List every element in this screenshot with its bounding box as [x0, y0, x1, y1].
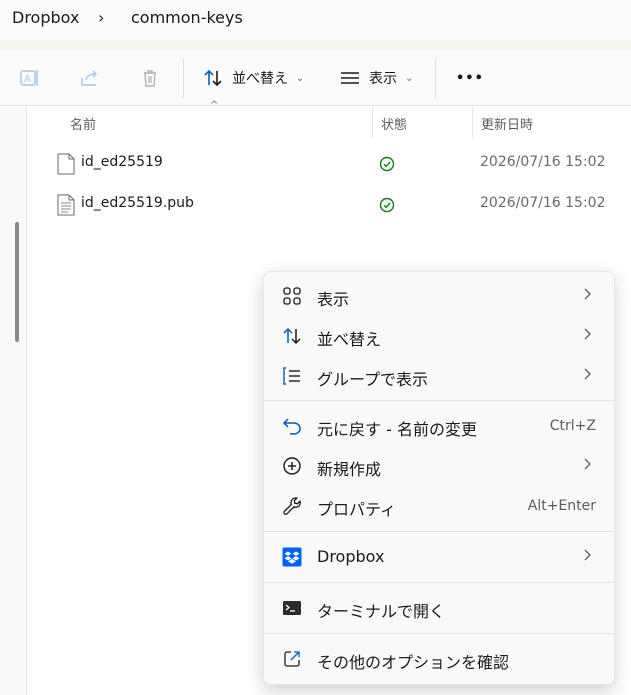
menu-item-label: グループで表示: [317, 370, 429, 389]
menu-item-sort[interactable]: 並べ替え: [264, 316, 614, 356]
navigation-pane: [0, 106, 27, 695]
menu-item-group-by[interactable]: グループで表示: [264, 356, 614, 396]
column-header-modified[interactable]: 更新日時: [481, 114, 533, 133]
view-icon: [339, 67, 361, 89]
sync-check-icon: [379, 156, 395, 176]
menu-item-open-terminal[interactable]: ターミナルで開く: [264, 588, 614, 628]
trash-icon: [138, 66, 162, 90]
menu-item-label: 新規作成: [317, 460, 382, 479]
menu-separator: [264, 582, 614, 583]
column-header-name[interactable]: 名前: [70, 114, 96, 133]
open-external-icon: [282, 649, 302, 669]
context-menu: 表示 並べ替え グループで表示 元に戻す - 名前の変更 Ctrl+Z 新規作成…: [263, 271, 615, 685]
sort-label: 並べ替え: [232, 71, 288, 87]
address-band: [0, 40, 631, 50]
sort-indicator-icon: ^: [210, 100, 219, 111]
chevron-down-icon: ⌄: [405, 72, 414, 84]
file-icon: [57, 153, 75, 179]
share-button[interactable]: [78, 64, 102, 92]
breadcrumb-item-current[interactable]: common-keys: [131, 8, 243, 27]
rename-icon: A: [18, 66, 42, 90]
share-icon: [78, 66, 102, 90]
menu-separator: [264, 531, 614, 532]
sync-check-icon: [379, 197, 395, 217]
toolbar-divider: [435, 58, 436, 98]
group-list-icon: [282, 366, 302, 386]
file-modified: 2026/07/16 15:02: [480, 195, 606, 211]
menu-item-view[interactable]: 表示: [264, 276, 614, 316]
file-row[interactable]: id_ed25519.pub 2026/07/16 15:02: [28, 185, 631, 225]
menu-item-show-more-options[interactable]: その他のオプションを確認: [264, 639, 614, 679]
menu-item-label: Dropbox: [317, 547, 385, 566]
menu-item-label: プロパティ: [317, 500, 397, 519]
undo-icon: [282, 416, 302, 436]
file-name: id_ed25519: [81, 154, 163, 170]
view-label: 表示: [369, 71, 397, 87]
more-icon: •••: [456, 70, 484, 86]
menu-item-shortcut: Alt+Enter: [527, 498, 596, 514]
menu-item-label: 元に戻す - 名前の変更: [317, 420, 477, 439]
chevron-right-icon: [582, 547, 592, 567]
menu-item-label: ターミナルで開く: [317, 602, 446, 621]
menu-item-undo-rename[interactable]: 元に戻す - 名前の変更 Ctrl+Z: [264, 406, 614, 446]
file-row[interactable]: id_ed25519 2026/07/16 15:02: [28, 144, 631, 184]
file-name: id_ed25519.pub: [81, 195, 194, 211]
toolbar-divider: [183, 58, 184, 98]
wrench-icon: [282, 496, 302, 516]
sort-icon: [202, 67, 224, 89]
chevron-right-icon: [582, 286, 592, 306]
menu-separator: [264, 633, 614, 634]
menu-item-label: 表示: [317, 290, 350, 309]
chevron-right-icon: [582, 456, 592, 476]
menu-item-label: 並べ替え: [317, 330, 382, 349]
column-divider[interactable]: [372, 107, 373, 139]
text-file-icon: [57, 194, 75, 220]
column-header-status[interactable]: 状態: [381, 114, 407, 133]
view-button[interactable]: 表示 ⌄: [339, 64, 413, 92]
chevron-right-icon: [582, 326, 592, 346]
delete-button[interactable]: [138, 64, 162, 92]
breadcrumb-separator-icon: ›: [98, 8, 105, 27]
file-modified: 2026/07/16 15:02: [480, 154, 606, 170]
grid-icon: [282, 286, 302, 306]
add-circle-icon: [282, 456, 302, 476]
svg-text:A: A: [24, 74, 31, 85]
dropbox-icon: [282, 547, 302, 567]
sort-icon: [282, 326, 302, 346]
menu-item-new[interactable]: 新規作成: [264, 446, 614, 486]
more-options-button[interactable]: •••: [456, 64, 484, 92]
chevron-down-icon: ⌄: [296, 72, 305, 84]
breadcrumb: Dropbox › common-keys: [0, 0, 631, 40]
menu-item-properties[interactable]: プロパティ Alt+Enter: [264, 486, 614, 526]
menu-item-dropbox[interactable]: Dropbox: [264, 537, 614, 577]
menu-item-shortcut: Ctrl+Z: [549, 418, 596, 434]
command-bar: A 並べ替え ⌄ 表示 ⌄ •••: [0, 50, 631, 106]
column-divider[interactable]: [472, 107, 473, 139]
breadcrumb-item-dropbox[interactable]: Dropbox: [12, 8, 79, 27]
chevron-right-icon: [582, 366, 592, 386]
sort-button[interactable]: 並べ替え ⌄: [202, 64, 304, 92]
rename-button[interactable]: A: [18, 64, 42, 92]
scrollbar-thumb[interactable]: [15, 222, 19, 342]
menu-item-label: その他のオプションを確認: [317, 653, 510, 672]
terminal-icon: [282, 598, 302, 618]
menu-separator: [264, 400, 614, 401]
